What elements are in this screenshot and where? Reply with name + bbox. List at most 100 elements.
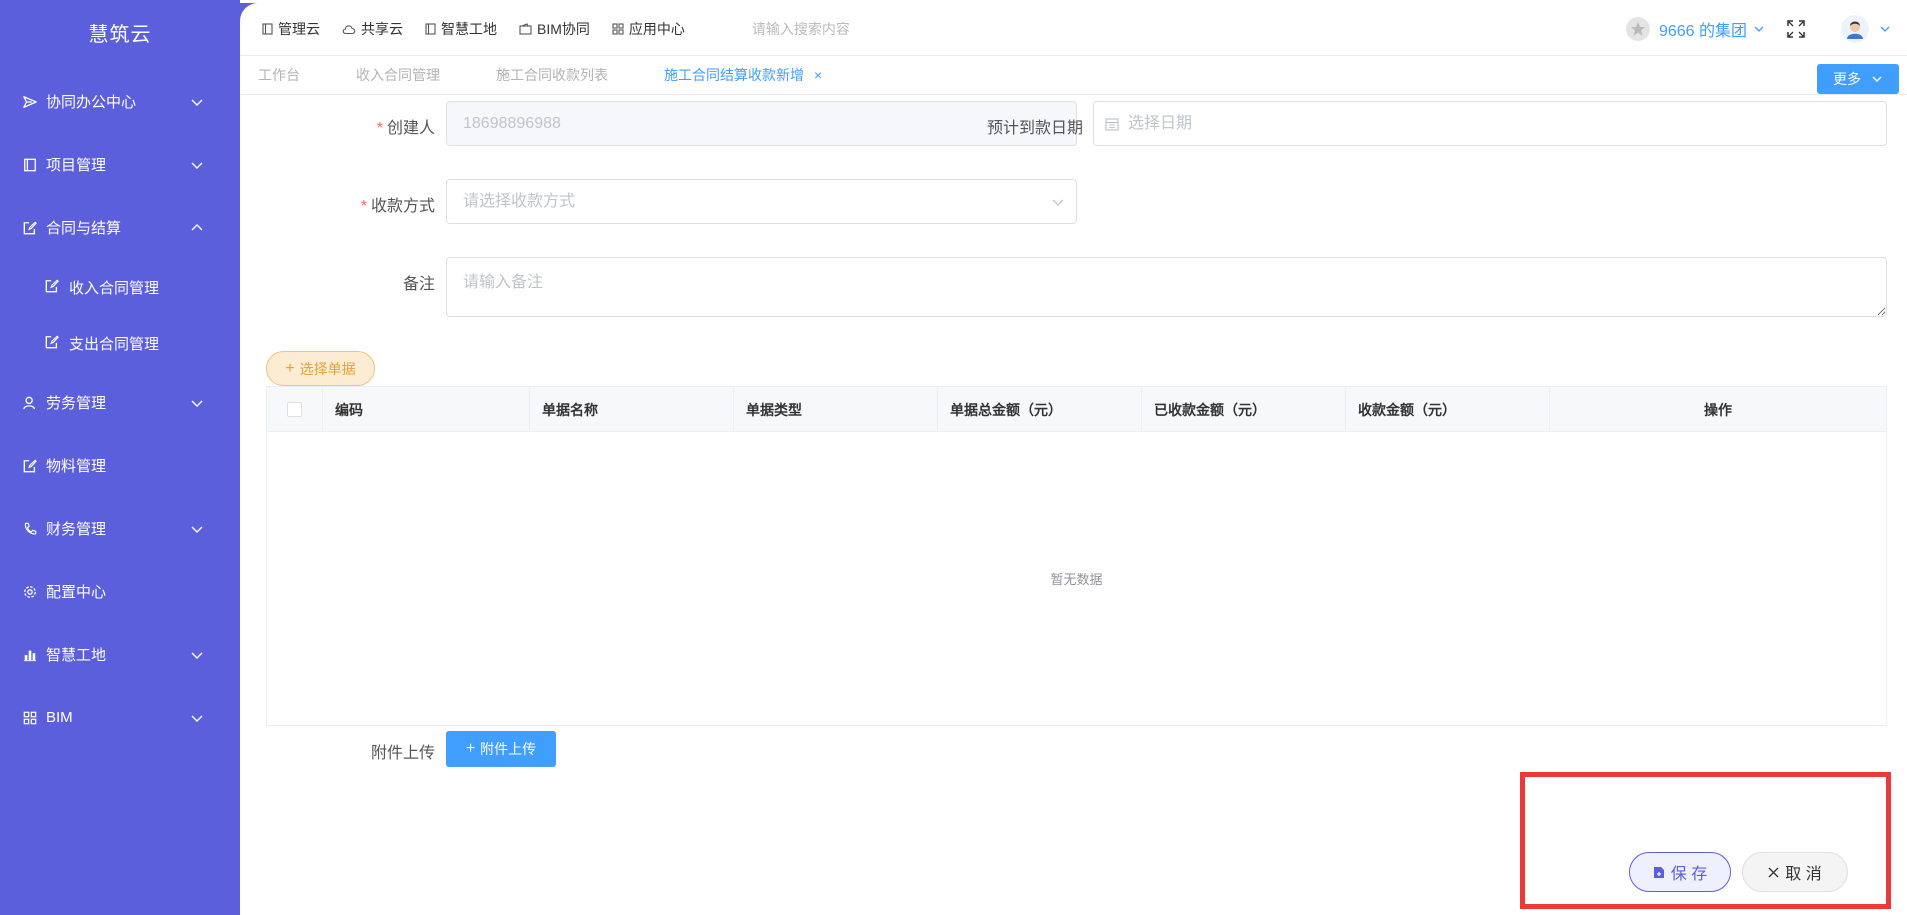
chevron-down-icon[interactable]: [1879, 23, 1891, 35]
nav-link-bim-collab[interactable]: BIM协同: [519, 19, 590, 39]
org-avatar: [1625, 17, 1650, 41]
plus-icon: +: [465, 740, 476, 757]
fullscreen-icon[interactable]: [1787, 20, 1805, 38]
required-mark: *: [360, 198, 367, 215]
nav-link-share-cloud[interactable]: 共享云: [342, 19, 403, 39]
phone-icon: [22, 521, 38, 537]
edit-icon: [45, 335, 61, 351]
column-header: 单据类型: [734, 387, 938, 432]
table-header: 编码 单据名称 单据类型 单据总金额（元） 已收款金额（元） 收款金额（元） 操…: [267, 387, 1886, 432]
book-icon: [425, 23, 436, 35]
tabs-bar: 工作台 收入合同管理 施工合同收款列表 施工合同结算收款新增 × 更多: [240, 55, 1907, 95]
column-header: 已收款金额（元）: [1142, 387, 1346, 432]
column-header: 收款金额（元）: [1346, 387, 1550, 432]
payment-method-label: * 收款方式: [360, 198, 435, 215]
org-selector[interactable]: 9666 的集团: [1625, 17, 1765, 41]
close-icon[interactable]: ×: [814, 67, 822, 83]
sidebar-item-label: 配置中心: [46, 584, 107, 601]
book-icon: [22, 157, 38, 173]
tab-workbench[interactable]: 工作台: [258, 65, 300, 85]
select-all-checkbox[interactable]: [287, 402, 302, 417]
sidebar-subitem-label: 收入合同管理: [69, 279, 160, 297]
payment-method-select[interactable]: [446, 179, 1077, 224]
save-file-icon: [1653, 866, 1664, 878]
gear-icon: [22, 584, 38, 600]
edit-icon: [22, 220, 38, 236]
org-name: 9666 的集团: [1658, 23, 1747, 40]
brand-logo: 慧筑云: [88, 24, 152, 46]
required-mark: *: [376, 120, 383, 137]
chevron-down-icon: [1754, 26, 1764, 32]
user-avatar[interactable]: [1841, 15, 1869, 43]
chevron-down-icon: [191, 162, 203, 169]
sidebar-item-contract[interactable]: 合同与结算: [0, 196, 240, 259]
nav-link-smart-site[interactable]: 智慧工地: [425, 19, 497, 39]
edit-icon: [22, 458, 38, 474]
select-all-cell: [267, 387, 323, 432]
tab-settlement-receipt-new[interactable]: 施工合同结算收款新增 ×: [664, 65, 822, 85]
expected-date-input[interactable]: [1093, 101, 1887, 146]
cancel-button[interactable]: 取 消: [1742, 852, 1848, 892]
document-table: 编码 单据名称 单据类型 单据总金额（元） 已收款金额（元） 收款金额（元） 操…: [266, 386, 1887, 726]
chevron-down-icon: [1052, 199, 1064, 206]
sidebar-item-label: 劳务管理: [46, 395, 107, 412]
attachment-label: 附件上传: [370, 745, 435, 762]
sidebar-item-collab-office[interactable]: 协同办公中心: [0, 70, 240, 133]
sidebar-item-finance[interactable]: 财务管理: [0, 497, 240, 560]
remark-label: 备注: [402, 276, 435, 293]
avatar-icon: [1847, 21, 1863, 39]
nav-link-app-center[interactable]: 应用中心: [612, 19, 685, 39]
empty-state: 暂无数据: [1050, 572, 1103, 587]
close-icon: [1768, 867, 1779, 877]
top-right-area: 9666 的集团: [1625, 3, 1891, 55]
save-button[interactable]: 保 存: [1629, 852, 1731, 892]
sidebar-item-project[interactable]: 项目管理: [0, 133, 240, 196]
select-document-button[interactable]: + 选择单据: [266, 351, 375, 386]
plus-icon: +: [285, 359, 295, 377]
creator-label: * 创建人: [376, 120, 435, 137]
grid-icon: [22, 710, 38, 726]
edit-icon: [45, 279, 61, 295]
sidebar-subitem-label: 支出合同管理: [69, 335, 160, 353]
tab-receipt-list[interactable]: 施工合同收款列表: [496, 65, 608, 85]
payment-method-input[interactable]: [446, 179, 1077, 224]
sidebar: 慧筑云 协同办公中心 项目管理 合同与结算 收入合同管理 支出合同管理 劳务管理…: [0, 0, 240, 915]
nav-link-management-cloud[interactable]: 管理云: [262, 19, 320, 39]
chevron-down-icon: [191, 400, 203, 407]
sidebar-item-smart-site[interactable]: 智慧工地: [0, 623, 240, 686]
tab-income-contract[interactable]: 收入合同管理: [356, 65, 440, 85]
sidebar-item-label: 合同与结算: [46, 220, 122, 237]
chevron-down-icon: [191, 99, 203, 106]
chevron-down-icon: [1872, 76, 1882, 82]
search-input[interactable]: [751, 21, 952, 37]
column-header: 单据总金额（元）: [938, 387, 1142, 432]
sidebar-item-config[interactable]: 配置中心: [0, 560, 240, 623]
sidebar-subitem-income-contract[interactable]: 收入合同管理: [0, 259, 240, 315]
sidebar-item-label: 项目管理: [46, 157, 107, 174]
tab-label: 施工合同结算收款新增: [664, 67, 804, 83]
expected-date-picker[interactable]: [1093, 101, 1887, 146]
user-icon: [22, 395, 38, 411]
attachment-upload-button[interactable]: + 附件上传: [446, 731, 556, 767]
more-button[interactable]: 更多: [1817, 64, 1899, 94]
remark-textarea[interactable]: [446, 257, 1887, 317]
chevron-down-icon: [191, 652, 203, 659]
chevron-up-icon: [191, 223, 203, 230]
sidebar-item-material[interactable]: 物料管理: [0, 434, 240, 497]
column-header: 编码: [323, 387, 530, 432]
sidebar-subitem-expense-contract[interactable]: 支出合同管理: [0, 315, 240, 371]
sidebar-item-labor[interactable]: 劳务管理: [0, 371, 240, 434]
sidebar-item-label: BIM: [46, 709, 73, 726]
chevron-down-icon: [191, 715, 203, 722]
bar-chart-icon: [22, 647, 38, 663]
top-nav: 管理云 共享云 智慧工地 BIM协同 应用中心 9666 的集团: [240, 3, 1907, 55]
sidebar-item-label: 财务管理: [46, 521, 107, 538]
chevron-down-icon: [191, 526, 203, 533]
cloud-icon: [342, 25, 356, 35]
sidebar-item-label: 物料管理: [46, 458, 107, 475]
column-header: 单据名称: [530, 387, 734, 432]
column-header: 操作: [1704, 401, 1732, 418]
book-icon: [262, 23, 273, 35]
send-icon: [22, 94, 38, 110]
sidebar-item-bim[interactable]: BIM: [0, 686, 240, 749]
